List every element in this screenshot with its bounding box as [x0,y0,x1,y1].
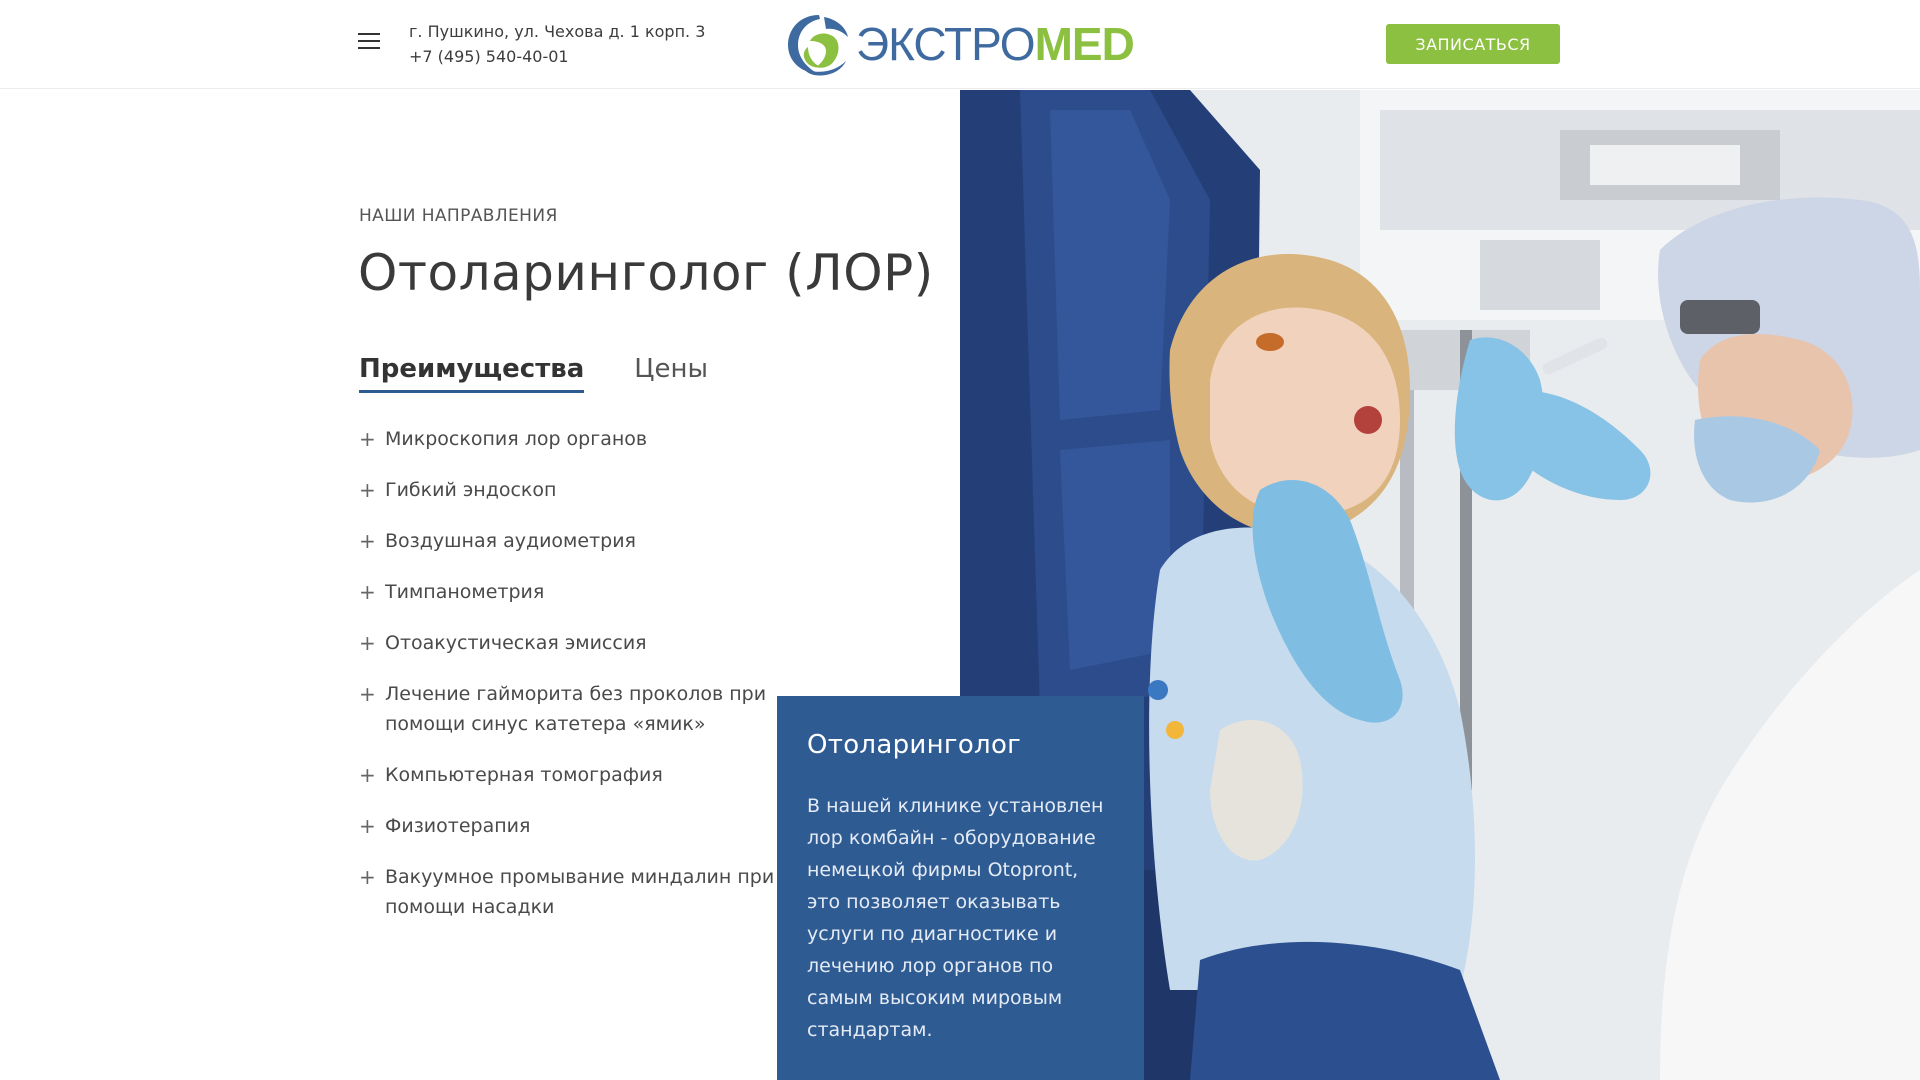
list-item[interactable]: + Воздушная аудиометрия [359,526,779,556]
plus-icon: + [359,580,376,604]
tab-prices[interactable]: Цены [634,354,708,393]
signup-button[interactable]: ЗАПИСАТЬСЯ [1386,24,1560,64]
feature-text: Микроскопия лор органов [385,428,648,450]
tabs: Преимущества Цены [359,354,708,393]
site-header: г. Пушкино, ул. Чехова д. 1 корп. 3 +7 (… [0,0,1920,89]
logo-text-part1: ЭКСТРО [856,18,1036,70]
card-text: В нашей клинике установлен лор комбайн -… [807,795,1104,1041]
plus-icon: + [359,814,376,838]
logo-text-part2: MED [1034,18,1135,70]
list-item[interactable]: + Тимпанометрия [359,577,779,607]
plus-icon: + [359,682,376,706]
feature-text: Тимпанометрия [385,581,545,603]
plus-icon: + [359,427,376,451]
plus-icon: + [359,529,376,553]
list-item[interactable]: + Лечение гайморита без проколов при помо… [359,679,779,739]
feature-text: Компьютерная томография [385,764,663,786]
list-item[interactable]: + Физиотерапия [359,811,779,841]
info-card: Отоларинголог В нашей клинике установлен… [777,696,1144,1080]
card-title: Отоларинголог [807,730,1022,760]
list-item[interactable]: + Компьютерная томография [359,760,779,790]
list-item[interactable]: + Отоакустическая эмиссия [359,628,779,658]
section-eyebrow: НАШИ НАПРАВЛЕНИЯ [359,206,558,226]
plus-icon: + [359,763,376,787]
plus-icon: + [359,865,376,889]
list-item[interactable]: + Вакуумное промывание миндалин при помощ… [359,862,779,922]
feature-text: Лечение гайморита без проколов при помощ… [385,683,767,735]
feature-text: Воздушная аудиометрия [385,530,636,552]
logo-text: ЭКСТРОMED [856,18,1135,70]
page-title: Отоларинголог (ЛОР) [358,244,934,302]
feature-text: Физиотерапия [385,815,531,837]
address: г. Пушкино, ул. Чехова д. 1 корп. 3 [409,22,706,41]
feature-text: Отоакустическая эмиссия [385,632,647,654]
menu-icon[interactable] [358,33,382,53]
plus-icon: + [359,631,376,655]
phone-link[interactable]: +7 (495) 540-40-01 [409,44,705,69]
logo[interactable]: ЭКСТРОMED [784,10,1144,78]
plus-icon: + [359,478,376,502]
list-item[interactable]: + Гибкий эндоскоп [359,475,779,505]
contact-info: г. Пушкино, ул. Чехова д. 1 корп. 3 +7 (… [409,19,705,69]
list-item[interactable]: + Микроскопия лор органов [359,424,779,454]
logo-emblem-icon [788,15,848,76]
tab-advantages[interactable]: Преимущества [359,354,585,393]
features-list: + Микроскопия лор органов + Гибкий эндоско… [359,424,779,943]
feature-text: Вакуумное промывание миндалин при помощи… [385,866,775,918]
feature-text: Гибкий эндоскоп [385,479,557,501]
